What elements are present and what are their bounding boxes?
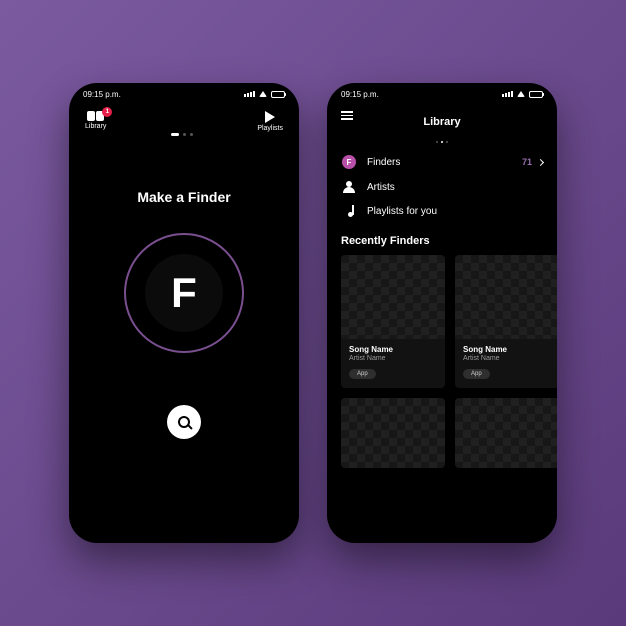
menu-button[interactable]	[341, 111, 353, 120]
song-card[interactable]: Song Name Artist Name App	[341, 255, 445, 388]
song-name: Song Name	[463, 345, 551, 354]
song-card[interactable]	[455, 398, 557, 468]
search-button[interactable]	[167, 405, 201, 439]
song-card[interactable]	[341, 398, 445, 468]
finders-icon: F	[342, 155, 356, 169]
notification-badge: 1	[102, 107, 112, 117]
library-menu: F Finders 71 Artists Playlists for you	[327, 143, 557, 229]
status-bar: 09:15 p.m.	[69, 83, 299, 105]
album-art-placeholder	[341, 255, 445, 339]
app-chip[interactable]: App	[463, 369, 490, 379]
finder-logo: F	[145, 254, 223, 332]
library-header: Library	[327, 105, 557, 139]
cards-row-2	[327, 398, 557, 468]
wifi-icon	[259, 91, 267, 97]
play-icon	[265, 111, 275, 123]
music-note-icon	[344, 205, 354, 217]
album-art-placeholder	[341, 398, 445, 468]
signal-icon	[244, 91, 255, 97]
menu-item-finders[interactable]: F Finders 71	[327, 149, 557, 175]
song-name: Song Name	[349, 345, 437, 354]
person-icon	[343, 181, 355, 193]
library-button[interactable]: 1 Library	[85, 111, 106, 130]
playlists-button[interactable]: Playlists	[257, 111, 283, 132]
album-art-placeholder	[455, 255, 557, 339]
top-bar: 1 Library Playlists	[69, 105, 299, 149]
finders-trailing: 71	[522, 157, 543, 167]
finders-count: 71	[522, 157, 532, 167]
search-icon	[178, 416, 190, 428]
page-indicator	[171, 133, 193, 136]
app-chip[interactable]: App	[349, 369, 376, 379]
song-card[interactable]: Song Name Artist Name App	[455, 255, 557, 388]
section-title: Recently Finders	[327, 229, 557, 255]
finder-button[interactable]: F	[124, 233, 244, 353]
status-indicators	[244, 91, 285, 98]
wifi-icon	[517, 91, 525, 97]
artist-name: Artist Name	[463, 355, 551, 362]
playlists-label: Playlists	[257, 125, 283, 132]
hero-title: Make a Finder	[69, 189, 299, 205]
menu-item-playlists[interactable]: Playlists for you	[327, 199, 557, 223]
page-title: Library	[423, 116, 460, 128]
artist-name: Artist Name	[349, 355, 437, 362]
finder-circle-wrap: F	[69, 233, 299, 353]
status-bar: 09:15 p.m.	[327, 83, 557, 105]
status-time: 09:15 p.m.	[341, 90, 379, 99]
battery-icon	[271, 91, 285, 98]
status-indicators	[502, 91, 543, 98]
finders-label: Finders	[367, 157, 512, 168]
album-art-placeholder	[455, 398, 557, 468]
playlists-label: Playlists for you	[367, 206, 543, 217]
cards-row-1: Song Name Artist Name App Song Name Arti…	[327, 255, 557, 388]
chevron-right-icon	[537, 158, 544, 165]
signal-icon	[502, 91, 513, 97]
battery-icon	[529, 91, 543, 98]
menu-item-artists[interactable]: Artists	[327, 175, 557, 199]
status-time: 09:15 p.m.	[83, 90, 121, 99]
phone-home: 09:15 p.m. 1 Library Playlists Make a Fi…	[69, 83, 299, 543]
phone-library: 09:15 p.m. Library F Finders 71 Artists …	[327, 83, 557, 543]
artists-label: Artists	[367, 182, 543, 193]
library-label: Library	[85, 123, 106, 130]
